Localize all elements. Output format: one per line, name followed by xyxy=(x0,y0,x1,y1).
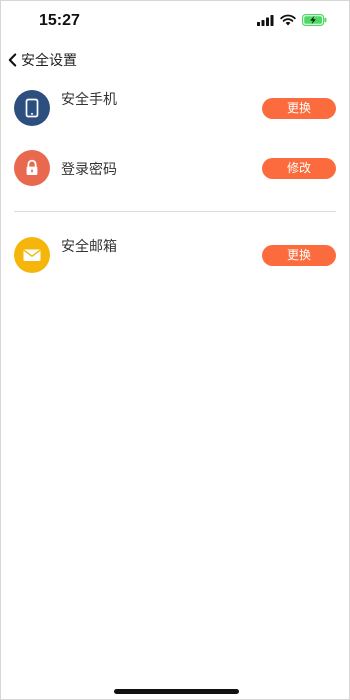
change-email-button[interactable]: 更换 xyxy=(262,245,336,266)
item-label: 安全邮箱 xyxy=(61,239,117,255)
cellular-signal-icon xyxy=(257,14,274,26)
status-icons xyxy=(257,14,327,26)
item-label: 登录密码 xyxy=(61,162,117,178)
status-bar: 15:27 xyxy=(1,1,349,41)
item-label: 安全手机 xyxy=(61,92,117,108)
home-indicator[interactable] xyxy=(114,689,239,694)
chevron-left-icon xyxy=(8,53,17,67)
mail-icon xyxy=(14,237,50,273)
security-item-password: 登录密码 修改 xyxy=(1,150,349,190)
wifi-icon xyxy=(280,14,296,26)
back-button[interactable]: 安全设置 xyxy=(7,50,77,70)
section-divider xyxy=(14,211,336,212)
change-password-button[interactable]: 修改 xyxy=(262,158,336,179)
security-item-email: 安全邮箱 更换 xyxy=(1,237,349,277)
page-title: 安全设置 xyxy=(21,53,77,69)
battery-charging-icon xyxy=(302,14,327,26)
change-phone-button[interactable]: 更换 xyxy=(262,98,336,119)
status-time: 15:27 xyxy=(39,12,80,29)
nav-bar: 安全设置 xyxy=(1,47,349,73)
phone-icon xyxy=(14,90,50,126)
security-item-phone: 安全手机 更换 xyxy=(1,90,349,130)
lock-icon xyxy=(14,150,50,186)
